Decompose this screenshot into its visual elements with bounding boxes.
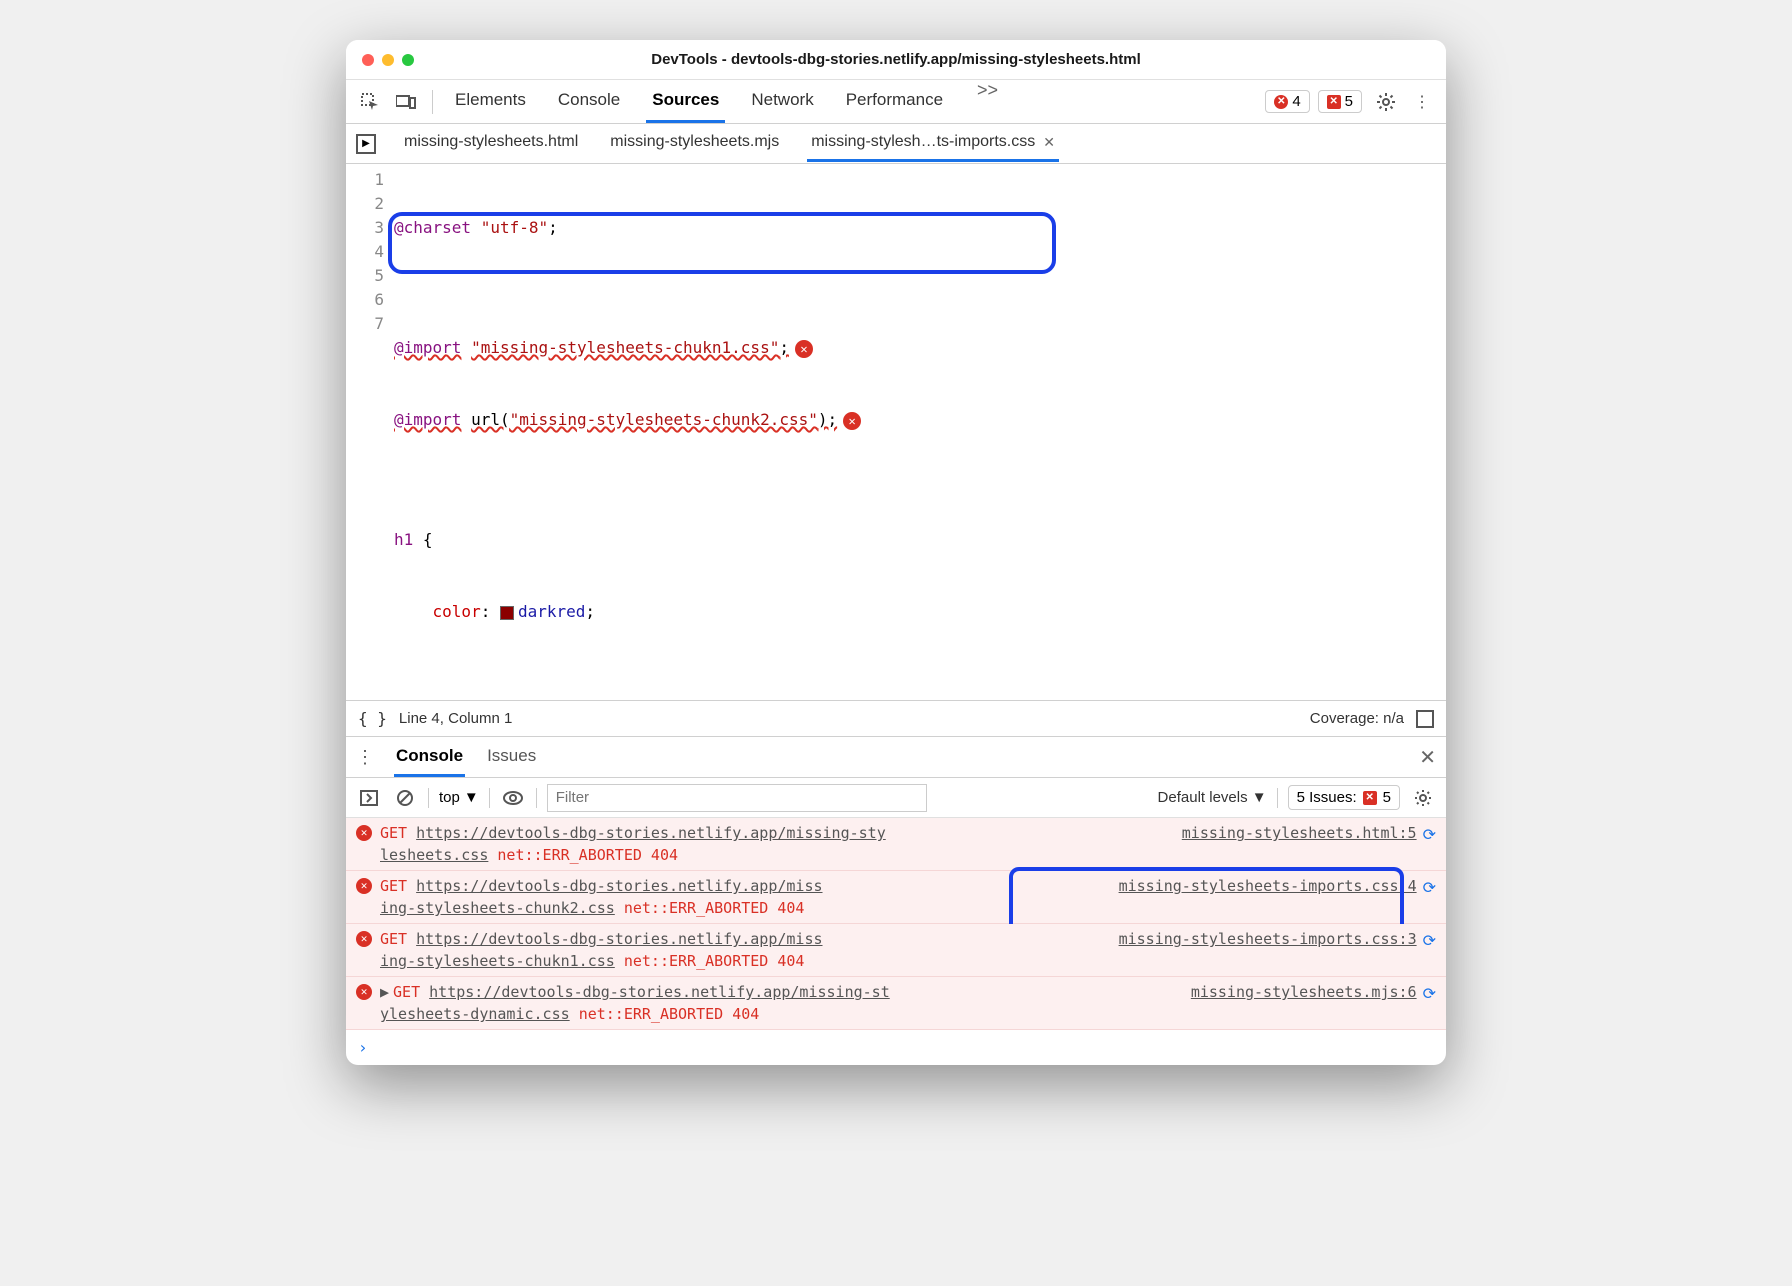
console-toolbar: top ▼ Default levels ▼ 5 Issues: ✕ 5: [346, 778, 1446, 818]
maximize-icon[interactable]: [402, 54, 414, 66]
devtools-window: DevTools - devtools-dbg-stories.netlify.…: [346, 40, 1446, 1065]
drawer-tab-console[interactable]: Console: [394, 738, 465, 777]
error-message: ▶GET https://devtools-dbg-stories.netlif…: [380, 981, 1181, 1025]
drawer-menu-icon[interactable]: ⋮: [356, 747, 374, 768]
error-message: GET https://devtools-dbg-stories.netlify…: [380, 822, 1172, 866]
source-link[interactable]: missing-stylesheets.html:5: [1182, 822, 1417, 866]
drawer-close-icon[interactable]: ✕: [1419, 745, 1436, 770]
issues-badge[interactable]: ✕ 5: [1318, 90, 1362, 113]
error-url[interactable]: ing-stylesheets-chunk2.css: [380, 899, 615, 917]
error-circle-icon: ✕: [356, 931, 372, 947]
tab-elements[interactable]: Elements: [449, 80, 532, 123]
file-tabs-bar: ▶ missing-stylesheets.html missing-style…: [346, 124, 1446, 164]
console-error-row[interactable]: ✕ ▶GET https://devtools-dbg-stories.netl…: [346, 977, 1446, 1030]
editor-statusbar: { } Line 4, Column 1 Coverage: n/a: [346, 700, 1446, 736]
settings-icon[interactable]: [1370, 86, 1402, 118]
log-levels-selector[interactable]: Default levels ▼: [1158, 789, 1267, 806]
cursor-position: Line 4, Column 1: [399, 710, 512, 727]
error-url[interactable]: https://devtools-dbg-stories.netlify.app…: [416, 877, 822, 895]
issues-button[interactable]: 5 Issues: ✕ 5: [1288, 785, 1400, 810]
context-selector[interactable]: top ▼: [439, 789, 479, 806]
error-url[interactable]: https://devtools-dbg-stories.netlify.app…: [429, 983, 890, 1001]
chevron-down-icon: ▼: [1252, 789, 1267, 806]
tab-performance[interactable]: Performance: [840, 80, 949, 123]
main-toolbar: Elements Console Sources Network Perform…: [346, 80, 1446, 124]
file-tab-0[interactable]: missing-stylesheets.html: [400, 125, 582, 162]
tab-console[interactable]: Console: [552, 80, 626, 123]
code-line: color: darkred;: [394, 600, 1446, 624]
device-mode-icon[interactable]: [390, 86, 422, 118]
filter-input[interactable]: [547, 784, 927, 812]
code-line: @charset "utf-8";: [394, 216, 1446, 240]
coverage-label: Coverage: n/a: [1310, 710, 1404, 727]
drawer-tabs: ⋮ Console Issues ✕: [346, 736, 1446, 778]
tab-network[interactable]: Network: [745, 80, 819, 123]
divider: [1277, 788, 1278, 808]
error-url[interactable]: ing-stylesheets-chukn1.css: [380, 952, 615, 970]
tab-sources[interactable]: Sources: [646, 80, 725, 123]
sidebar-toggle-icon[interactable]: [356, 785, 382, 811]
console-settings-icon[interactable]: [1410, 785, 1436, 811]
line-gutter: 1 2 3 4 5 6 7: [346, 164, 394, 700]
minimize-icon[interactable]: [382, 54, 394, 66]
errors-badge[interactable]: ✕ 4: [1265, 90, 1309, 113]
error-circle-icon: ✕: [1274, 95, 1288, 109]
more-menu-icon[interactable]: ⋮: [1406, 86, 1438, 118]
divider: [536, 788, 537, 808]
drawer-tab-issues[interactable]: Issues: [485, 738, 538, 777]
source-link[interactable]: missing-stylesheets.mjs:6: [1191, 981, 1417, 1025]
close-icon[interactable]: [362, 54, 374, 66]
code-content[interactable]: @charset "utf-8"; @import "missing-style…: [394, 164, 1446, 700]
window-title: DevTools - devtools-dbg-stories.netlify.…: [362, 51, 1430, 68]
inspect-icon[interactable]: [354, 86, 386, 118]
expand-icon[interactable]: ▶: [380, 983, 389, 1001]
error-circle-icon: ✕: [356, 984, 372, 1000]
code-line: h1 {: [394, 528, 1446, 552]
reload-icon[interactable]: ⟳: [1423, 824, 1436, 866]
issues-count: 5: [1345, 93, 1353, 110]
pretty-print-icon[interactable]: { }: [358, 709, 387, 728]
clear-console-icon[interactable]: [392, 785, 418, 811]
close-tab-icon[interactable]: ✕: [1043, 134, 1055, 151]
reload-icon[interactable]: ⟳: [1423, 877, 1436, 919]
error-url[interactable]: ylesheets-dynamic.css: [380, 1005, 570, 1023]
reload-icon[interactable]: ⟳: [1423, 930, 1436, 972]
live-expression-icon[interactable]: [500, 785, 526, 811]
titlebar: DevTools - devtools-dbg-stories.netlify.…: [346, 40, 1446, 80]
error-circle-icon: ✕: [356, 825, 372, 841]
console-error-row[interactable]: ✕ GET https://devtools-dbg-stories.netli…: [346, 924, 1446, 977]
error-url[interactable]: https://devtools-dbg-stories.netlify.app…: [416, 930, 822, 948]
source-link[interactable]: missing-stylesheets-imports.css:4: [1119, 875, 1417, 919]
file-tab-2[interactable]: missing-stylesh…ts-imports.css ✕: [807, 125, 1059, 162]
error-url[interactable]: https://devtools-dbg-stories.netlify.app…: [416, 824, 886, 842]
divider: [428, 788, 429, 808]
divider: [432, 90, 433, 114]
panel-tabs: Elements Console Sources Network Perform…: [449, 80, 998, 123]
console-messages: ✕ GET https://devtools-dbg-stories.netli…: [346, 818, 1446, 1065]
coverage-icon[interactable]: [1416, 710, 1434, 728]
source-link[interactable]: missing-stylesheets-imports.css:3: [1119, 928, 1417, 972]
error-message: GET https://devtools-dbg-stories.netlify…: [380, 875, 1109, 919]
file-tab-1[interactable]: missing-stylesheets.mjs: [606, 125, 783, 162]
navigator-toggle-icon[interactable]: ▶: [356, 134, 376, 154]
chevron-down-icon: ▼: [464, 789, 479, 806]
console-error-row[interactable]: ✕ GET https://devtools-dbg-stories.netli…: [346, 871, 1446, 924]
console-error-row[interactable]: ✕ GET https://devtools-dbg-stories.netli…: [346, 818, 1446, 871]
error-message: GET https://devtools-dbg-stories.netlify…: [380, 928, 1109, 972]
error-url[interactable]: lesheets.css: [380, 846, 488, 864]
divider: [489, 788, 490, 808]
console-prompt[interactable]: ›: [346, 1030, 1446, 1065]
issue-square-icon: ✕: [1363, 791, 1377, 805]
error-circle-icon: ✕: [356, 878, 372, 894]
errors-count: 4: [1292, 93, 1300, 110]
reload-icon[interactable]: ⟳: [1423, 983, 1436, 1025]
issue-square-icon: ✕: [1327, 95, 1341, 109]
traffic-lights: [362, 54, 414, 66]
code-line-error: @import url("missing-stylesheets-chunk2.…: [394, 408, 1446, 432]
more-tabs-icon[interactable]: >>: [977, 80, 998, 123]
code-editor[interactable]: 1 2 3 4 5 6 7 @charset "utf-8"; @import …: [346, 164, 1446, 700]
code-line-error: @import "missing-stylesheets-chukn1.css"…: [394, 336, 1446, 360]
